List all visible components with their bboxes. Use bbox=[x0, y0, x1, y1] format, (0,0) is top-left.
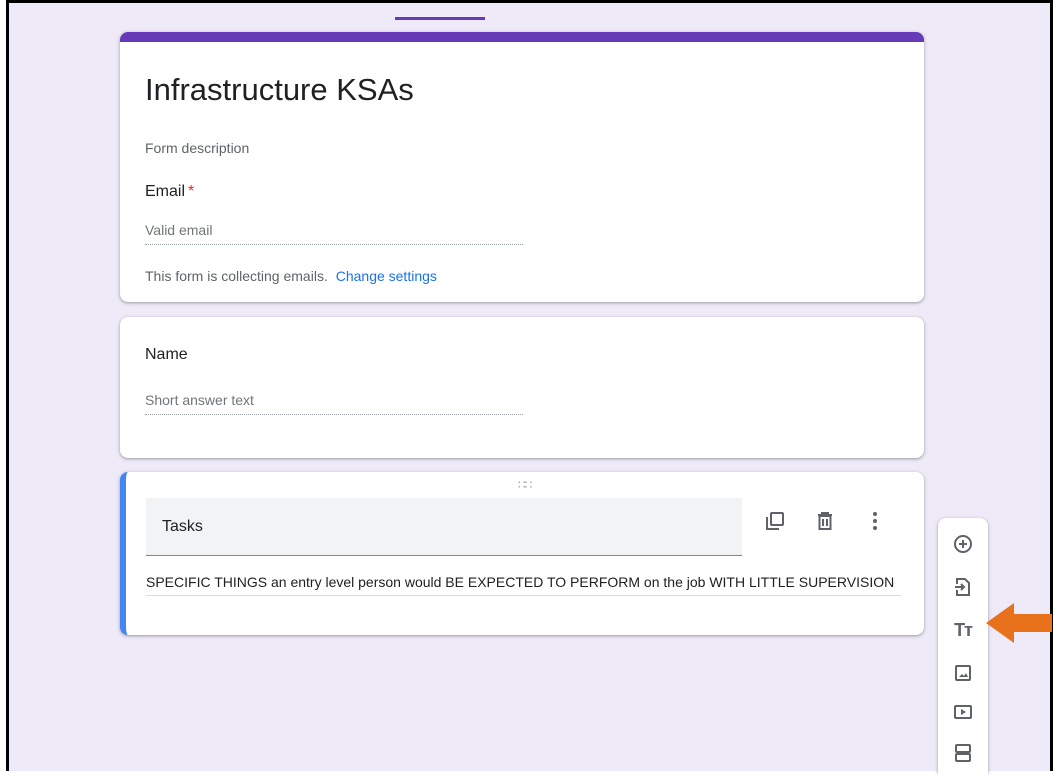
add-video-icon[interactable] bbox=[951, 700, 975, 724]
add-title-icon[interactable]: Tт bbox=[951, 618, 975, 642]
card-actions bbox=[764, 510, 886, 532]
form-description[interactable]: Form description bbox=[145, 140, 249, 156]
more-vert-icon[interactable] bbox=[864, 510, 886, 532]
import-questions-icon[interactable] bbox=[951, 575, 975, 599]
drag-handle-icon[interactable]: ∷∷ bbox=[518, 478, 532, 492]
page-frame: Infrastructure KSAs Form description Ema… bbox=[6, 0, 1053, 774]
email-field[interactable]: Valid email bbox=[145, 222, 523, 245]
title-input[interactable] bbox=[146, 498, 742, 556]
add-section-icon[interactable] bbox=[951, 741, 975, 765]
add-question-icon[interactable] bbox=[951, 532, 975, 556]
change-settings-link[interactable]: Change settings bbox=[336, 268, 437, 284]
active-tab-indicator bbox=[395, 17, 485, 20]
email-notice-text: This form is collecting emails. bbox=[145, 268, 328, 284]
required-mark: * bbox=[188, 183, 195, 200]
annotation-arrow-icon bbox=[984, 600, 1054, 651]
question-title: Name bbox=[145, 346, 188, 363]
delete-icon[interactable] bbox=[814, 510, 836, 532]
add-image-icon[interactable] bbox=[951, 661, 975, 685]
email-collection-notice: This form is collecting emails. Change s… bbox=[145, 268, 437, 284]
email-label-text: Email bbox=[145, 183, 186, 200]
title-input-text: Tasks bbox=[162, 518, 203, 535]
email-label: Email * bbox=[145, 183, 194, 201]
form-header-card[interactable]: Infrastructure KSAs Form description Ema… bbox=[120, 32, 924, 302]
form-title[interactable]: Infrastructure KSAs bbox=[145, 72, 414, 108]
duplicate-icon[interactable] bbox=[764, 510, 786, 532]
floating-toolbar: Tт bbox=[938, 518, 988, 774]
question-card-name[interactable]: Name Short answer text bbox=[120, 317, 924, 458]
title-description-card[interactable]: ∷∷ Tasks SPECIFIC THINGS an entry level … bbox=[120, 472, 924, 635]
short-answer-field: Short answer text bbox=[145, 392, 523, 415]
description-input[interactable]: SPECIFIC THINGS an entry level person wo… bbox=[146, 573, 901, 596]
